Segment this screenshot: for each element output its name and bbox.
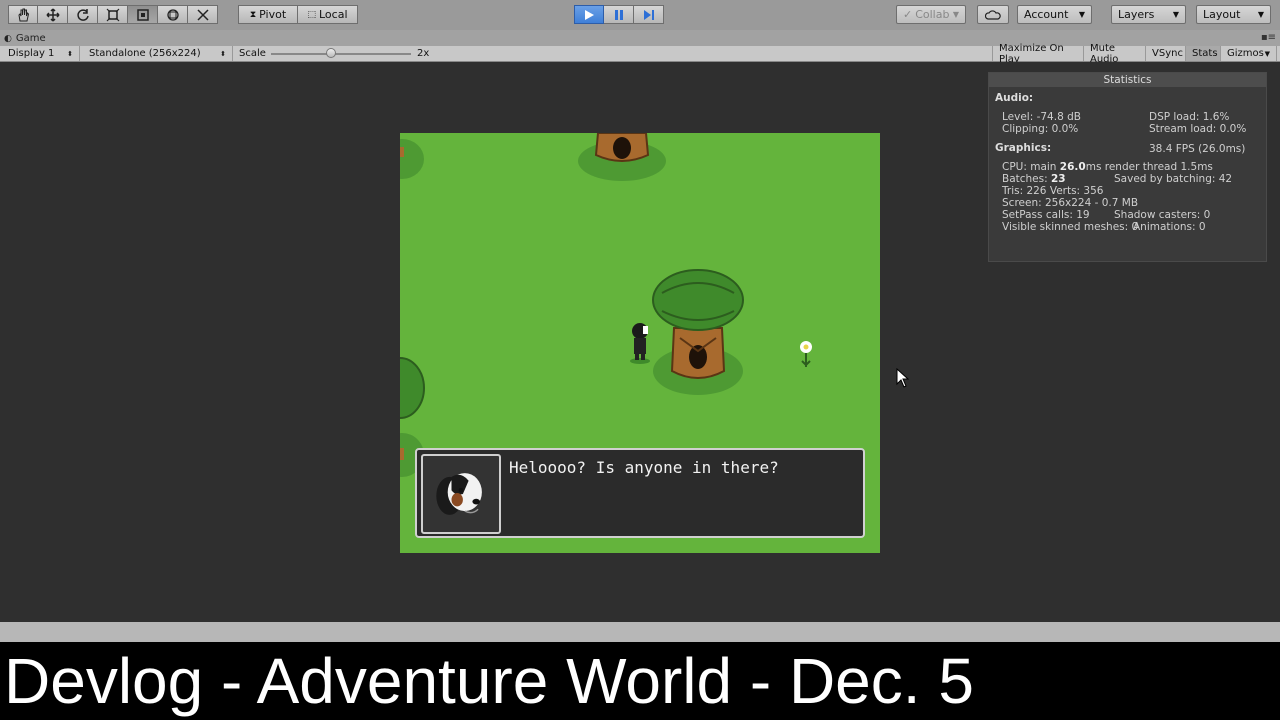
chevron-down-icon: ▼ xyxy=(1078,10,1085,19)
screen-info: Screen: 256x224 - 0.7 MB xyxy=(1002,197,1139,209)
chevron-down-icon: ▼ xyxy=(1264,49,1270,58)
pivot-icon: ⧗ xyxy=(249,9,257,20)
rect-transform-icon xyxy=(136,8,149,21)
scale-value: 2x xyxy=(417,48,430,59)
toolbar: ⧗ Pivot ⬚ Local ✓ Collab ▼ Account ▼ Lay… xyxy=(0,0,1280,30)
tools-icon xyxy=(196,8,209,21)
resolution-dropdown[interactable]: Standalone (256x224) ⬍ xyxy=(83,46,233,61)
video-caption: Devlog - Adventure World - Dec. 5 xyxy=(0,642,1280,720)
hand-icon xyxy=(18,8,30,21)
tab-game[interactable]: ◐ Game xyxy=(4,31,46,46)
display-dropdown[interactable]: Display 1 ⬍ xyxy=(2,46,80,61)
audio-level: Level: -74.8 dB xyxy=(1002,111,1081,123)
game-view-toolbar: Display 1 ⬍ Standalone (256x224) ⬍ Scale… xyxy=(0,43,1280,65)
cpu-readout: CPU: main 26.0ms render thread 1.5ms xyxy=(1002,161,1213,173)
gizmos-dropdown[interactable]: Gizmos ▼ xyxy=(1221,46,1277,61)
audio-header: Audio: xyxy=(995,92,1034,104)
game-screen[interactable]: Heloooo? Is anyone in there? xyxy=(400,133,880,553)
custom-tool-button[interactable] xyxy=(188,5,218,24)
transform-tools xyxy=(8,5,218,24)
scale-icon xyxy=(106,8,119,21)
stats-button[interactable]: Stats xyxy=(1186,46,1221,61)
check-icon: ✓ xyxy=(903,8,913,21)
audio-clipping: Clipping: 0.0% xyxy=(1002,123,1079,135)
dialog-box: Heloooo? Is anyone in there? xyxy=(415,448,865,538)
rotate-tool-button[interactable] xyxy=(68,5,98,24)
tree-top xyxy=(578,133,666,181)
play-button[interactable] xyxy=(574,5,604,24)
tab-bar: ◐ Game ▪≡ xyxy=(0,30,1280,46)
chevron-updown-icon: ⬍ xyxy=(67,49,73,58)
tab-menu-icon[interactable]: ▪≡ xyxy=(1261,32,1276,43)
cloud-button[interactable] xyxy=(977,5,1009,24)
cloud-icon xyxy=(985,9,1001,20)
chevron-updown-icon: ⬍ xyxy=(220,49,226,58)
local-icon: ⬚ xyxy=(307,9,316,20)
pause-button[interactable] xyxy=(604,5,634,24)
transform-all-icon xyxy=(166,8,179,21)
setpass-calls: SetPass calls: 19 xyxy=(1002,209,1090,221)
animations-count: Animations: 0 xyxy=(1133,221,1206,233)
layout-dropdown[interactable]: Layout ▼ xyxy=(1196,5,1271,24)
mute-audio-button[interactable]: Mute Audio xyxy=(1084,43,1146,65)
game-controller-icon: ◐ xyxy=(4,33,12,44)
account-dropdown[interactable]: Account ▼ xyxy=(1017,5,1092,24)
statistics-title: Statistics xyxy=(989,73,1266,87)
move-tool-button[interactable] xyxy=(38,5,68,24)
scale-slider-knob[interactable] xyxy=(326,48,336,58)
move-icon xyxy=(45,7,60,22)
scale-tool-button[interactable] xyxy=(98,5,128,24)
dog-portrait xyxy=(421,454,501,534)
vsync-button[interactable]: VSync xyxy=(1146,46,1186,61)
layers-dropdown[interactable]: Layers ▼ xyxy=(1111,5,1186,24)
batches-readout: Batches: 23 xyxy=(1002,173,1066,185)
collab-dropdown[interactable]: ✓ Collab ▼ xyxy=(896,5,966,24)
shadow-casters: Shadow casters: 0 xyxy=(1114,209,1211,221)
pivot-button[interactable]: ⧗ Pivot xyxy=(238,5,298,24)
statistics-panel: Statistics Audio: Level: -74.8 dB Clippi… xyxy=(988,72,1267,262)
player-sprite xyxy=(630,323,650,364)
local-button[interactable]: ⬚ Local xyxy=(298,5,358,24)
playback-group xyxy=(574,5,664,24)
transform-tool-button[interactable] xyxy=(158,5,188,24)
dialog-text: Heloooo? Is anyone in there? xyxy=(509,458,779,477)
stream-load: Stream load: 0.0% xyxy=(1149,123,1247,135)
dsp-load: DSP load: 1.6% xyxy=(1149,111,1230,123)
step-icon xyxy=(643,9,654,20)
chevron-down-icon: ▼ xyxy=(952,10,959,19)
tree-center xyxy=(652,269,744,395)
scale-label: Scale xyxy=(239,48,266,59)
maximize-on-play-button[interactable]: Maximize On Play xyxy=(992,43,1084,65)
chevron-down-icon: ▼ xyxy=(1172,10,1179,19)
mouse-cursor-icon xyxy=(896,368,910,388)
graphics-header: Graphics: xyxy=(995,142,1052,154)
hand-tool-button[interactable] xyxy=(8,5,38,24)
step-button[interactable] xyxy=(634,5,664,24)
rotate-icon xyxy=(76,8,89,21)
scale-slider-track[interactable] xyxy=(271,53,411,55)
tris-verts: Tris: 226 Verts: 356 xyxy=(1002,185,1104,197)
fps-readout: 38.4 FPS (26.0ms) xyxy=(1149,143,1246,155)
pause-icon xyxy=(614,9,623,20)
tree-left-top xyxy=(400,139,424,179)
chevron-down-icon: ▼ xyxy=(1257,10,1264,19)
rect-tool-button[interactable] xyxy=(128,5,158,24)
saved-by-batching: Saved by batching: 42 xyxy=(1114,173,1233,185)
dog-face-icon xyxy=(436,473,482,515)
flower-sprite xyxy=(800,341,812,367)
pivot-group: ⧗ Pivot ⬚ Local xyxy=(238,5,358,24)
skinned-meshes: Visible skinned meshes: 0 xyxy=(1002,221,1139,233)
play-icon xyxy=(585,9,594,20)
status-bar xyxy=(0,622,1280,642)
